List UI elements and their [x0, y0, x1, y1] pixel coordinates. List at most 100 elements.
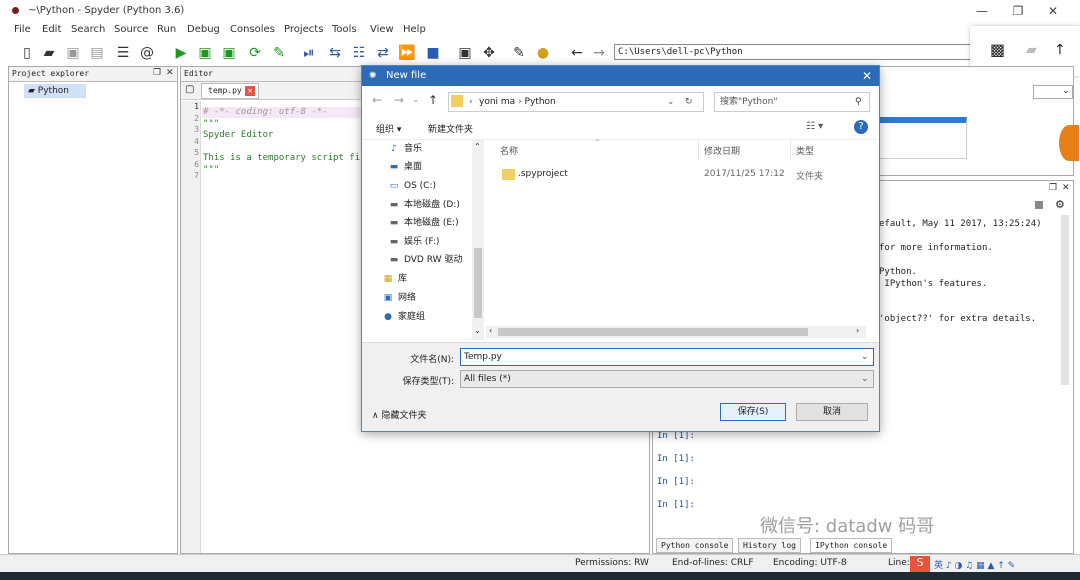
menu-file[interactable]: File	[14, 24, 31, 35]
menu-help[interactable]: Help	[403, 24, 426, 35]
list-icon[interactable]: ☰	[114, 44, 132, 62]
undock-icon[interactable]: ❐	[153, 68, 161, 78]
step-return-icon[interactable]: ⇄	[374, 44, 392, 62]
chevron-down-icon[interactable]: ⌄	[474, 326, 481, 335]
menu-search[interactable]: Search	[71, 24, 105, 35]
menu-debug[interactable]: Debug	[187, 24, 220, 35]
menu-tools[interactable]: Tools	[332, 24, 357, 35]
nav-scrollbar[interactable]: ⌃ ⌄	[472, 140, 484, 340]
search-icon[interactable]: ⚲	[855, 93, 862, 111]
breadcrumb-item[interactable]: yoni ma	[479, 97, 515, 107]
dialog-close-button[interactable]: ✕	[856, 66, 878, 86]
chevron-right-icon[interactable]: ›	[856, 326, 859, 335]
back-arrow-icon[interactable]: ←	[372, 93, 382, 107]
filetype-select[interactable]: All files (*) ⌄	[460, 370, 874, 388]
debug-icon[interactable]: ⏯	[300, 44, 318, 62]
new-file-icon[interactable]: ▯	[18, 44, 36, 62]
back-arrow-icon[interactable]: ←	[568, 44, 586, 62]
hide-folders-toggle[interactable]: ∧ 隐藏文件夹	[372, 408, 426, 421]
maximize-button[interactable]: ❐	[1008, 3, 1028, 19]
save-icon[interactable]: ▣	[64, 44, 82, 62]
run-settings-icon[interactable]: ✎	[270, 44, 288, 62]
nav-item-homegroup[interactable]: ● 家庭组	[382, 308, 425, 326]
at-icon[interactable]: @	[138, 44, 156, 62]
ime-tray-icons[interactable]: 英 ♪ ◑ ♫ ▦ ▲ ↑ ✎	[934, 558, 1015, 571]
up-arrow-icon[interactable]: ↑	[428, 93, 438, 107]
run-cell-icon[interactable]: ▣	[196, 44, 214, 62]
file-row[interactable]: .spyproject 2017/11/25 17:12 文件夹	[486, 166, 866, 184]
nav-item-drive-e[interactable]: ▬ 本地磁盘 (E:)	[388, 214, 459, 232]
preferences-icon[interactable]: ✎	[510, 44, 528, 62]
chevron-left-icon[interactable]: ‹	[489, 326, 492, 335]
continue-icon[interactable]: ⏩	[398, 44, 416, 62]
h-scroll-thumb[interactable]	[498, 328, 808, 336]
nav-item-library[interactable]: ▦ 库	[382, 270, 407, 288]
nav-item-music[interactable]: ♪ 音乐	[388, 140, 422, 158]
close-window-button[interactable]: ✕	[1043, 3, 1063, 19]
menu-view[interactable]: View	[370, 24, 394, 35]
nav-item-drive-f[interactable]: ▬ 娱乐 (F:)	[388, 233, 440, 251]
nav-item-desktop[interactable]: ▬ 桌面	[388, 158, 422, 176]
horizontal-scrollbar[interactable]: ‹ ›	[486, 326, 866, 338]
tab-history-log[interactable]: History log	[738, 538, 801, 553]
cancel-button[interactable]: 取消	[796, 403, 868, 421]
python-path-icon[interactable]: ●	[534, 44, 552, 62]
browse-tabs-icon[interactable]: ▢	[185, 84, 194, 95]
filename-input[interactable]: Temp.py ⌄	[460, 348, 874, 366]
code-line[interactable]: # -*- coding: utf-8 -*-	[203, 107, 328, 119]
close-pane-icon[interactable]: ✕	[166, 68, 174, 78]
code-line[interactable]: Spyder Editor	[203, 130, 273, 142]
close-pane-icon[interactable]: ✕	[1062, 183, 1070, 193]
up-arrow-icon[interactable]: ↑	[1054, 42, 1066, 58]
project-root-item[interactable]: ▰ Python	[24, 84, 86, 98]
tab-ipython-console[interactable]: IPython console	[810, 538, 893, 553]
menu-run[interactable]: Run	[157, 24, 176, 35]
menu-source[interactable]: Source	[114, 24, 148, 35]
column-date-header[interactable]: 修改日期	[704, 144, 740, 157]
save-button[interactable]: 保存(S)	[720, 403, 786, 421]
open-file-icon[interactable]: ▰	[40, 44, 58, 62]
maximize-pane-icon[interactable]: ▣	[456, 44, 474, 62]
run-cell-advance-icon[interactable]: ▣	[220, 44, 238, 62]
code-line[interactable]: """	[203, 119, 219, 131]
run-icon[interactable]: ▶	[172, 44, 190, 62]
fullscreen-icon[interactable]: ✥	[480, 44, 498, 62]
step-icon[interactable]: ⇆	[326, 44, 344, 62]
code-line[interactable]: """	[203, 165, 219, 177]
forward-arrow-icon[interactable]: →	[590, 44, 608, 62]
image-icon[interactable]: ▩	[990, 40, 1005, 59]
nav-scroll-thumb[interactable]	[474, 248, 482, 318]
recent-dropdown-icon[interactable]: ⌄	[412, 95, 420, 105]
organize-button[interactable]: 组织 ▾	[376, 122, 401, 135]
nav-item-drive-c[interactable]: ▭ OS (C:)	[388, 177, 436, 195]
forward-arrow-icon[interactable]: →	[394, 93, 404, 107]
working-directory-input[interactable]: C:\Users\dell-pc\Python	[614, 44, 974, 60]
help-dropdown[interactable]: ⌄	[1033, 85, 1073, 99]
nav-item-dvd[interactable]: ▬ DVD RW 驱动	[388, 251, 463, 269]
save-all-icon[interactable]: ▤	[88, 44, 106, 62]
new-folder-button[interactable]: 新建文件夹	[428, 122, 473, 135]
chevron-down-icon[interactable]: ⌄	[667, 93, 675, 111]
menu-consoles[interactable]: Consoles	[230, 24, 275, 35]
folder-icon[interactable]: ▰	[1026, 42, 1037, 58]
chevron-up-icon[interactable]: ⌃	[474, 142, 481, 151]
address-bar[interactable]: › yoni ma › Python ⌄ ↻	[448, 92, 704, 112]
column-name-header[interactable]: 名称	[500, 144, 518, 157]
close-tab-icon[interactable]: ✕	[245, 86, 255, 96]
menu-projects[interactable]: Projects	[284, 24, 323, 35]
column-type-header[interactable]: 类型	[796, 144, 814, 157]
breadcrumb-item[interactable]: Python	[525, 97, 556, 107]
stop-kernel-icon[interactable]	[1035, 201, 1043, 209]
nav-item-network[interactable]: ▣ 网络	[382, 289, 416, 307]
step-into-icon[interactable]: ☷	[350, 44, 368, 62]
console-scrollbar[interactable]	[1061, 215, 1069, 385]
tab-python-console[interactable]: Python console	[656, 538, 734, 553]
view-options-icon[interactable]: ☷ ▾	[806, 121, 823, 132]
console-options-icon[interactable]: ⚙	[1055, 198, 1065, 211]
undock-icon[interactable]: ❐	[1049, 183, 1057, 193]
tab-temp-py[interactable]: temp.py ✕	[201, 83, 259, 99]
refresh-icon[interactable]: ↻	[685, 93, 693, 111]
stop-debug-icon[interactable]: ■	[424, 44, 442, 62]
dialog-search-input[interactable]: 搜索"Python" ⚲	[714, 92, 870, 112]
chevron-down-icon[interactable]: ⌄	[861, 349, 869, 365]
